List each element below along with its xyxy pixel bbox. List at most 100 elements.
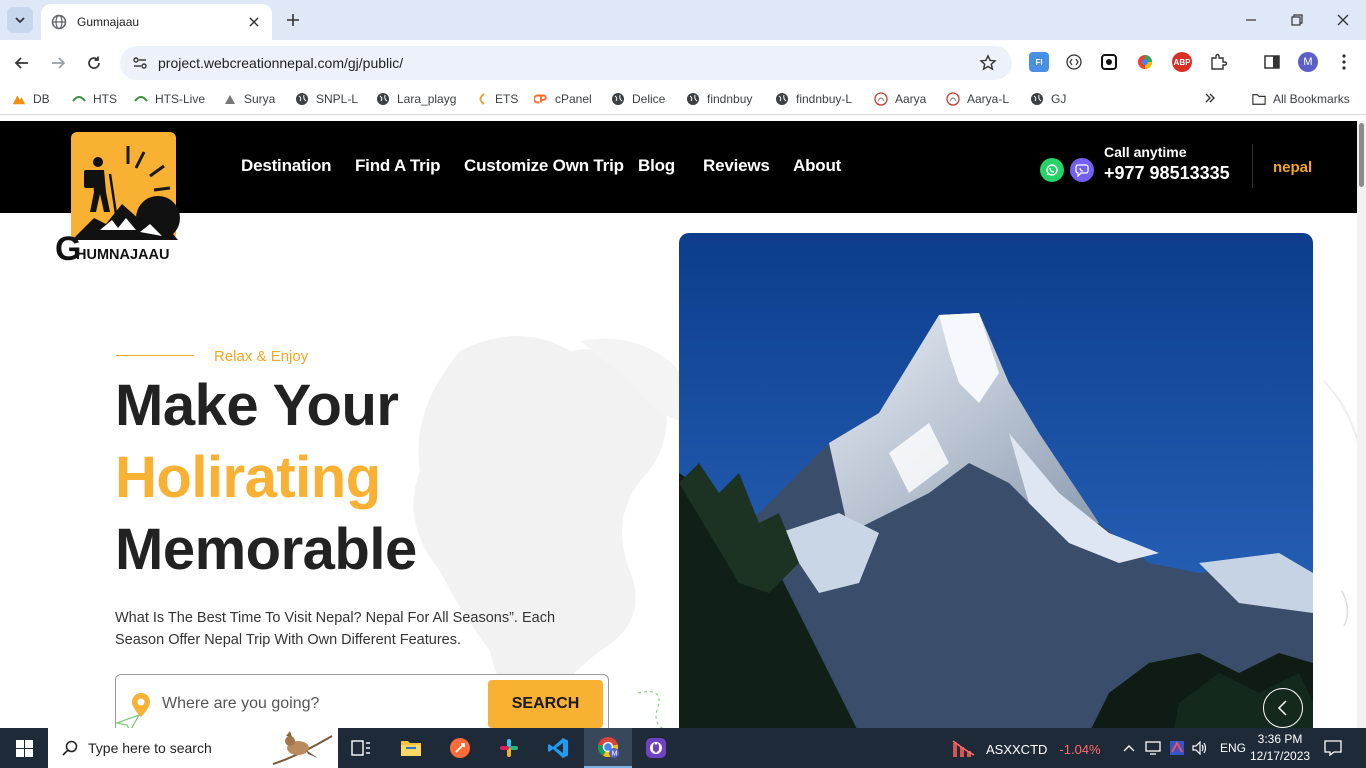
nav-blog[interactable]: Blog bbox=[638, 156, 675, 176]
bookmark-item[interactable]: ETS bbox=[474, 92, 518, 106]
bookmark-item[interactable]: cPanel bbox=[534, 92, 592, 106]
close-tab-icon[interactable] bbox=[246, 14, 262, 30]
bookmark-item[interactable]: findnbuy bbox=[686, 92, 752, 106]
bookmark-item[interactable]: HTS-Live bbox=[134, 92, 205, 106]
whatsapp-icon[interactable] bbox=[1040, 158, 1064, 182]
bird-illustration-icon bbox=[272, 731, 333, 765]
bookmarks-overflow-button[interactable] bbox=[1204, 92, 1216, 104]
reload-button[interactable] bbox=[81, 50, 107, 76]
bookmark-label: Aarya-L bbox=[967, 92, 1010, 106]
all-bookmarks-label: All Bookmarks bbox=[1273, 92, 1350, 106]
task-view-button[interactable] bbox=[337, 728, 385, 768]
bookmark-label: findnbuy-L bbox=[796, 92, 853, 106]
bookmark-item[interactable]: Aarya-L bbox=[946, 92, 1009, 106]
all-bookmarks-button[interactable]: All Bookmarks bbox=[1252, 92, 1350, 106]
tray-overflow-icon[interactable] bbox=[1121, 740, 1137, 756]
language-indicator[interactable]: ENG bbox=[1220, 741, 1246, 755]
vscode-icon bbox=[548, 738, 568, 758]
taskbar-search[interactable]: Type here to search bbox=[48, 728, 338, 768]
bookmark-item[interactable]: HTS bbox=[72, 92, 117, 106]
back-button[interactable] bbox=[9, 50, 35, 76]
browser-tab-bar: Gumnajaau bbox=[0, 0, 1366, 40]
nav-customize-own-trip[interactable]: Customize Own Trip bbox=[464, 156, 624, 176]
chrome-button[interactable]: M bbox=[584, 728, 632, 768]
ghumnajaau-logo[interactable]: G HUMNAJAAU bbox=[54, 132, 182, 262]
folder-icon bbox=[1252, 92, 1266, 106]
extensions-puzzle-icon[interactable] bbox=[1208, 52, 1228, 72]
viber-icon[interactable] bbox=[1070, 158, 1094, 182]
menu-kebab-icon[interactable] bbox=[1334, 52, 1354, 72]
github-desktop-button[interactable] bbox=[632, 728, 680, 768]
bookmark-star-icon[interactable] bbox=[978, 53, 998, 73]
tab-search-button[interactable] bbox=[7, 7, 33, 33]
network-icon[interactable] bbox=[1145, 740, 1161, 756]
bookmark-label: cPanel bbox=[555, 92, 592, 106]
extension-capture-icon[interactable] bbox=[1099, 52, 1119, 72]
profile-avatar[interactable]: M bbox=[1298, 52, 1318, 72]
clock[interactable]: 3:36 PM 12/17/2023 bbox=[1250, 731, 1310, 765]
bookmark-label: findnbuy bbox=[707, 92, 753, 106]
slack-button[interactable] bbox=[485, 728, 533, 768]
start-button[interactable] bbox=[0, 728, 48, 768]
minimize-button[interactable] bbox=[1228, 0, 1274, 40]
nav-about[interactable]: About bbox=[793, 156, 841, 176]
postman-button[interactable] bbox=[436, 728, 484, 768]
ets-icon bbox=[474, 92, 488, 106]
nepal-logo[interactable]: nepal bbox=[1273, 159, 1312, 176]
notifications-icon[interactable] bbox=[1320, 736, 1346, 760]
stock-widget[interactable]: ASXXCTD -1.04% bbox=[952, 739, 1101, 759]
address-bar[interactable]: project.webcreationnepal.com/gj/public/ bbox=[120, 46, 1012, 80]
bookmark-label: Aarya bbox=[895, 92, 927, 106]
vscode-button[interactable] bbox=[534, 728, 582, 768]
pma-icon bbox=[12, 92, 26, 106]
site-info-icon[interactable] bbox=[132, 55, 148, 71]
task-view-icon bbox=[351, 740, 370, 756]
bookmark-item[interactable]: GJ bbox=[1030, 92, 1066, 106]
nav-reviews[interactable]: Reviews bbox=[703, 156, 770, 176]
scrollbar-thumb[interactable] bbox=[1359, 123, 1364, 187]
nav-find-a-trip[interactable]: Find A Trip bbox=[355, 156, 441, 176]
hero-eyebrow: Relax & Enjoy bbox=[214, 348, 309, 365]
destination-search-input[interactable] bbox=[162, 687, 482, 721]
slider-prev-button[interactable] bbox=[1263, 688, 1303, 728]
windows-taskbar: Type here to search M ASXXCTD -1.04% ENG… bbox=[0, 728, 1366, 768]
file-explorer-button[interactable] bbox=[387, 728, 435, 768]
extension-fi-icon[interactable]: FI bbox=[1029, 52, 1049, 72]
restore-button[interactable] bbox=[1274, 0, 1320, 40]
search-button[interactable]: SEARCH bbox=[488, 680, 603, 728]
bookmark-item[interactable]: Aarya bbox=[874, 92, 926, 106]
url-text[interactable]: project.webcreationnepal.com/gj/public/ bbox=[158, 55, 978, 71]
hts-icon bbox=[72, 92, 86, 106]
volume-icon[interactable] bbox=[1192, 740, 1208, 756]
bookmark-item[interactable]: Delice bbox=[611, 92, 665, 106]
globe-icon bbox=[376, 92, 390, 106]
new-tab-button[interactable] bbox=[282, 9, 304, 31]
close-icon bbox=[1337, 14, 1349, 26]
aarya-icon bbox=[874, 92, 888, 106]
restore-icon bbox=[1291, 14, 1303, 26]
bookmarks-bar: DB HTS HTS-Live Surya SNPL-L Lara_playg … bbox=[0, 85, 1366, 115]
phone-number[interactable]: +977 98513335 bbox=[1104, 163, 1230, 184]
bookmark-item[interactable]: SNPL-L bbox=[295, 92, 358, 106]
side-panel-icon[interactable] bbox=[1262, 52, 1282, 72]
globe-icon bbox=[51, 14, 67, 30]
page-scrollbar[interactable] bbox=[1357, 121, 1366, 728]
extension-adblock-icon[interactable]: ABP bbox=[1172, 52, 1192, 72]
bookmark-item[interactable]: Lara_playg bbox=[376, 92, 456, 106]
forward-button[interactable] bbox=[45, 50, 71, 76]
postman-icon bbox=[450, 738, 470, 758]
nav-destination[interactable]: Destination bbox=[241, 156, 332, 176]
clock-date: 12/17/2023 bbox=[1250, 749, 1311, 763]
extension-code-icon[interactable] bbox=[1064, 52, 1084, 72]
windows-icon bbox=[15, 739, 33, 757]
browser-tab-active[interactable]: Gumnajaau bbox=[41, 4, 272, 40]
header-divider bbox=[1252, 144, 1253, 188]
close-window-button[interactable] bbox=[1320, 0, 1366, 40]
bookmark-label: SNPL-L bbox=[316, 92, 359, 106]
app-tray-icon[interactable] bbox=[1169, 740, 1185, 756]
bookmark-item[interactable]: Surya bbox=[223, 92, 275, 106]
bookmark-item[interactable]: findnbuy-L bbox=[775, 92, 852, 106]
stock-symbol: ASXXCTD bbox=[986, 741, 1048, 757]
extension-color-picker-icon[interactable] bbox=[1135, 52, 1155, 72]
bookmark-item[interactable]: DB bbox=[12, 92, 50, 106]
